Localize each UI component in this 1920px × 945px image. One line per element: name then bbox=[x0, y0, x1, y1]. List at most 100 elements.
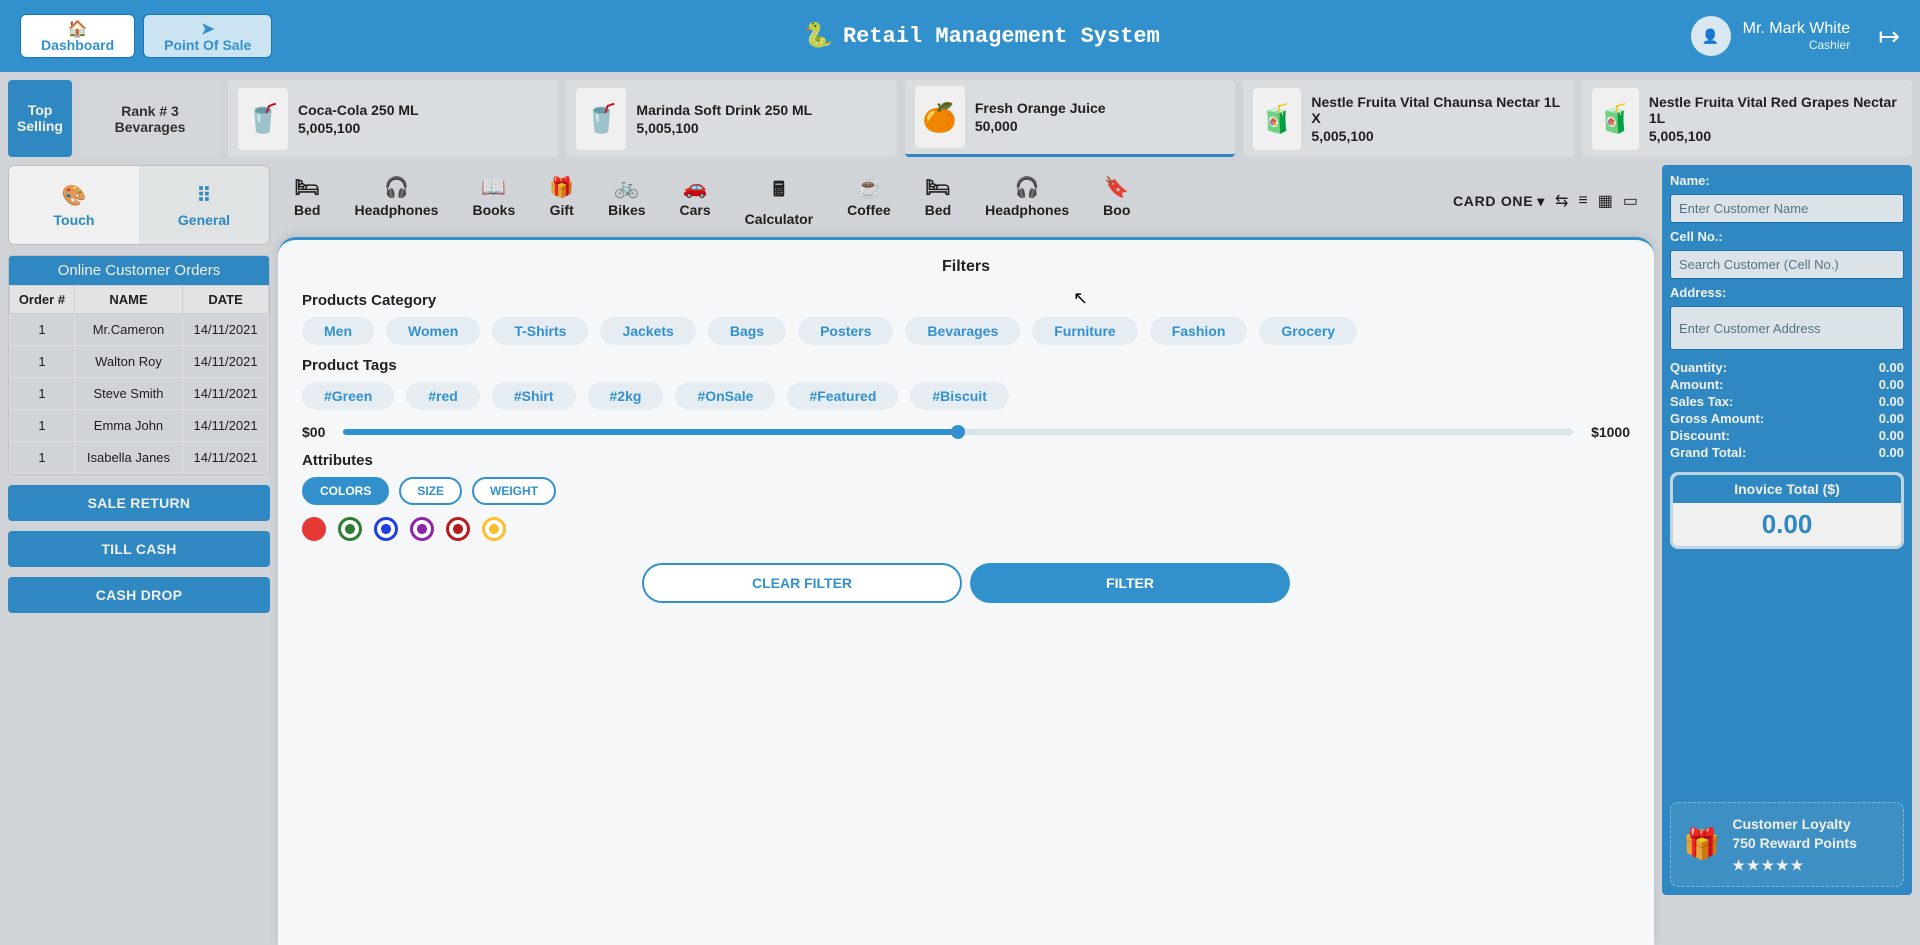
touch-label: Touch bbox=[54, 212, 95, 228]
product-image-icon: 🥤 bbox=[576, 88, 626, 150]
nav-buttons: 🏠 Dashboard ➤ Point Of Sale bbox=[20, 14, 272, 59]
tag-pill[interactable]: #Biscuit bbox=[910, 382, 1008, 410]
order-name: Mr.Cameron bbox=[74, 314, 182, 346]
color-swatch[interactable] bbox=[374, 517, 398, 541]
category-item[interactable]: 🖩Calculator bbox=[745, 175, 813, 227]
order-date: 14/11/2021 bbox=[183, 378, 269, 410]
loyalty-title: Customer Loyalty bbox=[1732, 815, 1857, 833]
grid-icon: ⠿ bbox=[197, 183, 212, 208]
avatar[interactable]: 👤 bbox=[1691, 16, 1731, 56]
top-selling-product[interactable]: 🥤 Marinda Soft Drink 250 ML 5,005,100 bbox=[566, 80, 896, 157]
table-row[interactable]: 1Mr.Cameron14/11/2021 bbox=[10, 314, 269, 346]
category-pill[interactable]: Women bbox=[386, 317, 480, 345]
product-price: 5,005,100 bbox=[1311, 128, 1563, 144]
tag-pill[interactable]: #2kg bbox=[588, 382, 664, 410]
till-cash-button[interactable]: TILL CASH bbox=[8, 531, 270, 567]
tag-pill[interactable]: #OnSale bbox=[675, 382, 775, 410]
category-item[interactable]: ☕Coffee bbox=[847, 175, 891, 227]
category-pill[interactable]: Furniture bbox=[1032, 317, 1137, 345]
total-value: 0.00 bbox=[1879, 445, 1904, 460]
total-row: Grand Total: 0.00 bbox=[1670, 445, 1904, 460]
customer-loyalty-box[interactable]: 🎁 Customer Loyalty 750 Reward Points ★★★… bbox=[1670, 802, 1904, 887]
table-row[interactable]: 1Steve Smith14/11/2021 bbox=[10, 378, 269, 410]
category-label: Gift bbox=[550, 202, 574, 218]
category-label: Coffee bbox=[847, 202, 891, 218]
tag-pill[interactable]: #red bbox=[406, 382, 480, 410]
category-item[interactable]: 🚗Cars bbox=[680, 175, 711, 227]
top-selling-product[interactable]: 🧃 Nestle Fruita Vital Red Grapes Nectar … bbox=[1582, 80, 1912, 157]
refresh-icon[interactable]: ⇆ bbox=[1555, 191, 1568, 211]
category-label: Calculator bbox=[745, 211, 813, 227]
apply-filter-button[interactable]: FILTER bbox=[970, 563, 1290, 603]
attribute-tab[interactable]: SIZE bbox=[399, 477, 462, 505]
top-selling-product[interactable]: 🍊 Fresh Orange Juice 50,000 bbox=[905, 80, 1235, 157]
tag-pill[interactable]: #Shirt bbox=[492, 382, 576, 410]
category-label: Headphones bbox=[985, 202, 1069, 218]
header: 🏠 Dashboard ➤ Point Of Sale 🐍 Retail Man… bbox=[0, 0, 1920, 72]
slider-track[interactable] bbox=[343, 429, 1573, 435]
category-pill[interactable]: Bevarages bbox=[905, 317, 1020, 345]
slider-thumb[interactable] bbox=[951, 425, 965, 439]
top-selling-product[interactable]: 🧃 Nestle Fruita Vital Chaunsa Nectar 1L … bbox=[1243, 80, 1573, 157]
grid-view-icon[interactable]: ▦ bbox=[1598, 191, 1613, 211]
top-selling-product[interactable]: 🥤 Coca-Cola 250 ML 5,005,100 bbox=[228, 80, 558, 157]
category-pill[interactable]: Fashion bbox=[1150, 317, 1248, 345]
python-icon: 🐍 bbox=[803, 21, 833, 51]
clear-filter-button[interactable]: CLEAR FILTER bbox=[642, 563, 962, 603]
customer-name-input[interactable] bbox=[1670, 194, 1904, 223]
point-of-sale-button[interactable]: ➤ Point Of Sale bbox=[143, 14, 272, 59]
orders-col-date: DATE bbox=[183, 286, 269, 314]
tag-pill[interactable]: #Featured bbox=[787, 382, 898, 410]
category-item[interactable]: 🛏Bed bbox=[294, 175, 320, 227]
logout-icon[interactable]: ↦ bbox=[1878, 21, 1900, 52]
touch-mode-button[interactable]: 🎨 Touch bbox=[9, 166, 139, 244]
attribute-tab[interactable]: COLORS bbox=[302, 477, 389, 505]
card-selector[interactable]: CARD ONE ▾ bbox=[1453, 193, 1545, 210]
product-price: 50,000 bbox=[975, 118, 1106, 134]
category-item[interactable]: 🎁Gift bbox=[549, 175, 574, 227]
category-pill[interactable]: Posters bbox=[798, 317, 893, 345]
category-pill[interactable]: T-Shirts bbox=[492, 317, 588, 345]
orders-title: Online Customer Orders bbox=[9, 256, 269, 285]
total-row: Discount:0.00 bbox=[1670, 428, 1904, 443]
total-label: Quantity: bbox=[1670, 360, 1727, 375]
rank-box[interactable]: Rank # 3 Bevarages bbox=[80, 80, 220, 157]
category-pill[interactable]: Grocery bbox=[1259, 317, 1357, 345]
category-icon: 🛏 bbox=[295, 175, 320, 200]
general-mode-button[interactable]: ⠿ General bbox=[139, 166, 269, 244]
list-view-icon[interactable]: ▭ bbox=[1623, 191, 1638, 211]
dashboard-button[interactable]: 🏠 Dashboard bbox=[20, 14, 135, 59]
sale-return-button[interactable]: SALE RETURN bbox=[8, 485, 270, 521]
category-item[interactable]: 🔖Boo bbox=[1103, 175, 1130, 227]
category-pill[interactable]: Men bbox=[302, 317, 374, 345]
table-row[interactable]: 1Walton Roy14/11/2021 bbox=[10, 346, 269, 378]
total-label: Grand Total: bbox=[1670, 445, 1746, 460]
order-num: 1 bbox=[10, 442, 75, 474]
dashboard-label: Dashboard bbox=[41, 38, 114, 53]
attribute-tab[interactable]: WEIGHT bbox=[472, 477, 556, 505]
tag-pill[interactable]: #Green bbox=[302, 382, 394, 410]
cash-drop-button[interactable]: CASH DROP bbox=[8, 577, 270, 613]
category-pill[interactable]: Bags bbox=[708, 317, 786, 345]
mode-toggle: 🎨 Touch ⠿ General bbox=[8, 165, 270, 245]
color-swatch[interactable] bbox=[410, 517, 434, 541]
customer-address-input[interactable] bbox=[1670, 306, 1904, 350]
customer-cell-input[interactable] bbox=[1670, 250, 1904, 279]
color-swatch[interactable] bbox=[338, 517, 362, 541]
color-swatch[interactable] bbox=[482, 517, 506, 541]
category-tools: CARD ONE ▾ ⇆ ≡ ▦ ▭ bbox=[1453, 191, 1638, 211]
price-slider[interactable]: $00 $1000 bbox=[302, 424, 1630, 440]
table-row[interactable]: 1Isabella Janes14/11/2021 bbox=[10, 442, 269, 474]
color-swatch[interactable] bbox=[302, 517, 326, 541]
category-item[interactable]: 🚲Bikes bbox=[608, 175, 645, 227]
category-item[interactable]: 🛏Bed bbox=[925, 175, 951, 227]
color-swatch[interactable] bbox=[446, 517, 470, 541]
category-item[interactable]: 🎧Headphones bbox=[985, 175, 1069, 227]
category-item[interactable]: 📖Books bbox=[472, 175, 515, 227]
category-item[interactable]: 🎧Headphones bbox=[354, 175, 438, 227]
rank-line1: Rank # 3 bbox=[121, 103, 179, 119]
table-row[interactable]: 1Emma John14/11/2021 bbox=[10, 410, 269, 442]
filter-icon[interactable]: ≡ bbox=[1578, 192, 1587, 210]
category-pill[interactable]: Jackets bbox=[600, 317, 695, 345]
product-price: 5,005,100 bbox=[636, 120, 812, 136]
